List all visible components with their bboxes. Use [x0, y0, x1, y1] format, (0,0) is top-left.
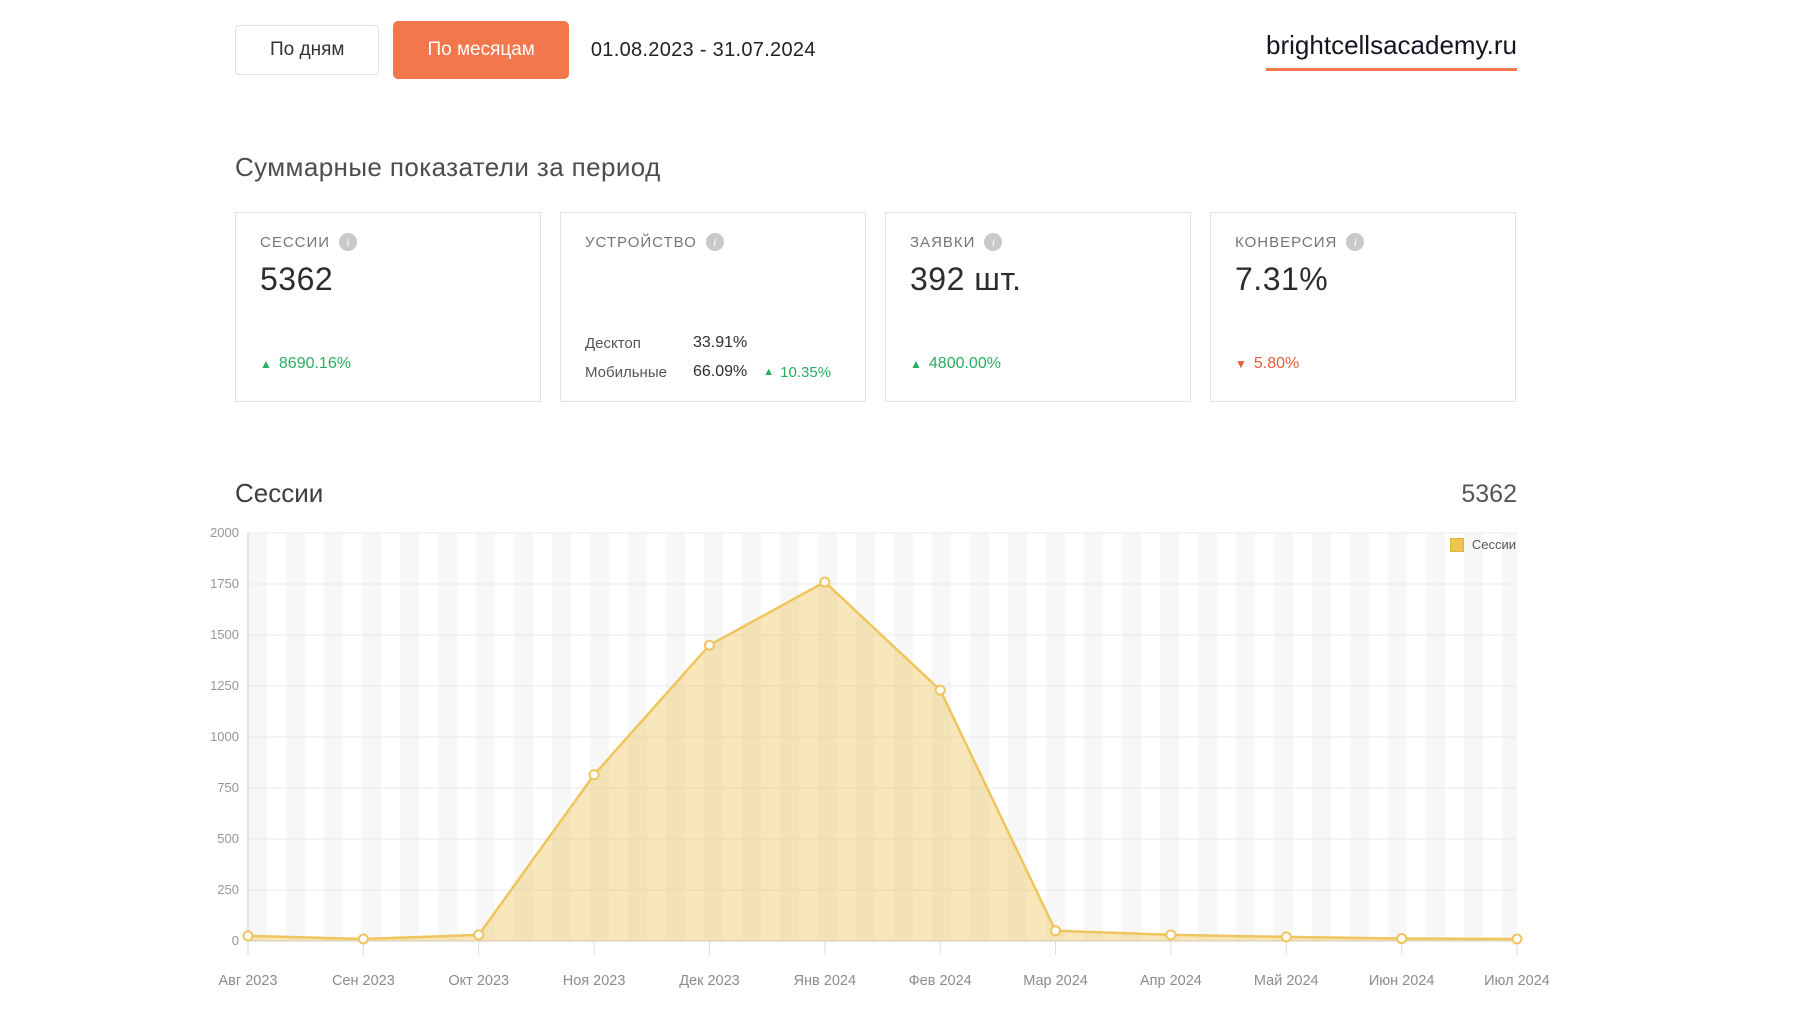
sessions-card-change: ▲ 8690.16%: [260, 355, 351, 373]
summary-cards: СЕССИИ i 5362 ▲ 8690.16% УСТРОЙСТВО i Де…: [235, 212, 1516, 402]
data-point[interactable]: [357, 933, 369, 945]
sessions-area-chart: 0 250 500 750 1000 1250 1500 1750 2000 Авг 2023 Се…: [200, 525, 1580, 1015]
leads-card: ЗАЯВКИ i 392 шт. ▲ 4800.00%: [885, 212, 1191, 402]
info-icon[interactable]: i: [984, 233, 1003, 251]
y-tick-label: 750: [217, 780, 239, 795]
data-point[interactable]: [473, 929, 485, 941]
y-tick-label: 1250: [210, 678, 239, 693]
y-tick-label: 1500: [210, 627, 239, 642]
sessions-card: СЕССИИ i 5362 ▲ 8690.16%: [235, 212, 541, 402]
analytics-dashboard: По дням По месяцам 01.08.2023 - 31.07.20…: [0, 0, 1800, 1031]
sessions-card-value: 5362: [260, 261, 334, 297]
leads-card-value: 392 шт.: [910, 261, 1022, 297]
legend-swatch-icon: [1449, 537, 1464, 552]
toggle-by-days-button[interactable]: По дням: [235, 25, 380, 75]
x-tick-label: Ноя 2023: [563, 973, 626, 989]
chart-canvas: 0 250 500 750 1000 1250 1500 1750 2000 Авг 2023 Се…: [210, 525, 1550, 989]
device-row-desktop: Десктоп 33.91%: [585, 334, 851, 352]
x-tick-label: Мар 2024: [1023, 973, 1088, 989]
up-arrow-icon: ▲: [260, 357, 272, 371]
x-tick-label: Окт 2023: [448, 973, 509, 989]
x-tick-label: Янв 2024: [794, 973, 856, 989]
data-point[interactable]: [242, 930, 254, 942]
chart-total-value: 5362: [1461, 480, 1517, 508]
device-row-mobile: Мобильные 66.09% ▲ 10.35%: [585, 363, 851, 381]
conversion-card: КОНВЕРСИЯ i 7.31% ▼ 5.80%: [1210, 212, 1516, 402]
info-icon[interactable]: i: [339, 233, 358, 251]
x-tick-label: Апр 2024: [1140, 973, 1202, 989]
mobile-change: ▲ 10.35%: [763, 364, 831, 381]
data-point[interactable]: [1165, 929, 1177, 941]
info-icon[interactable]: i: [705, 233, 724, 251]
device-card: УСТРОЙСТВО i Десктоп 33.91% Мобильные 66…: [560, 212, 866, 402]
summary-section-title: Суммарные показатели за период: [235, 152, 661, 182]
device-name: Мобильные: [585, 363, 667, 381]
sessions-card-label: СЕССИИ: [260, 233, 331, 251]
y-tick-label: 1000: [210, 729, 239, 744]
device-card-label: УСТРОЙСТВО: [585, 233, 697, 251]
leads-card-label: ЗАЯВКИ: [910, 233, 976, 251]
legend-label: Сессии: [1471, 537, 1516, 552]
data-point[interactable]: [588, 769, 600, 781]
data-point[interactable]: [1280, 931, 1292, 943]
y-tick-label: 500: [217, 831, 239, 846]
data-point[interactable]: [934, 684, 946, 696]
data-point[interactable]: [1396, 933, 1408, 945]
x-tick-label: Авг 2023: [219, 973, 278, 989]
conversion-card-change: ▼ 5.80%: [1235, 355, 1299, 373]
toggle-by-months-button[interactable]: По месяцам: [393, 21, 569, 79]
leads-change-percent: 4800.00%: [928, 355, 1001, 372]
data-point[interactable]: [703, 639, 715, 651]
device-value: 33.91%: [693, 334, 748, 351]
data-point[interactable]: [1511, 933, 1523, 945]
y-tick-label: 1750: [210, 576, 239, 591]
device-value: 66.09%: [693, 363, 748, 380]
conversion-card-label: КОНВЕРСИЯ: [1235, 233, 1338, 251]
data-point[interactable]: [819, 576, 831, 588]
conversion-change-percent: 5.80%: [1253, 355, 1300, 372]
x-tick-label: Фев 2024: [909, 973, 972, 989]
up-arrow-icon: ▲: [763, 366, 775, 378]
x-tick-label: Июн 2024: [1369, 973, 1435, 989]
date-range: 01.08.2023 - 31.07.2024: [590, 38, 816, 61]
y-tick-label: 2000: [210, 525, 239, 540]
leads-card-change: ▲ 4800.00%: [910, 355, 1001, 373]
top-toolbar: По дням По месяцам 01.08.2023 - 31.07.20…: [235, 18, 1517, 82]
down-arrow-icon: ▼: [1235, 357, 1247, 371]
x-tick-label: Июл 2024: [1484, 973, 1550, 989]
chart-header: Сессии 5362: [235, 478, 1517, 509]
y-tick-label: 0: [232, 933, 239, 948]
mobile-change-percent: 10.35%: [780, 363, 832, 381]
data-point[interactable]: [1050, 925, 1062, 937]
conversion-card-value: 7.31%: [1235, 261, 1329, 297]
x-tick-label: Сен 2023: [332, 973, 395, 989]
chart-legend: Сессии: [1449, 537, 1516, 552]
chart-title: Сессии: [235, 478, 324, 508]
device-name: Десктоп: [585, 334, 641, 352]
up-arrow-icon: ▲: [910, 357, 922, 371]
y-tick-label: 250: [217, 882, 239, 897]
x-tick-label: Дек 2023: [679, 973, 740, 989]
sessions-change-percent: 8690.16%: [278, 355, 351, 372]
x-tick-label: Май 2024: [1254, 973, 1319, 989]
site-domain-link[interactable]: brightcellsacademy.ru: [1266, 30, 1517, 71]
info-icon[interactable]: i: [1346, 233, 1365, 251]
